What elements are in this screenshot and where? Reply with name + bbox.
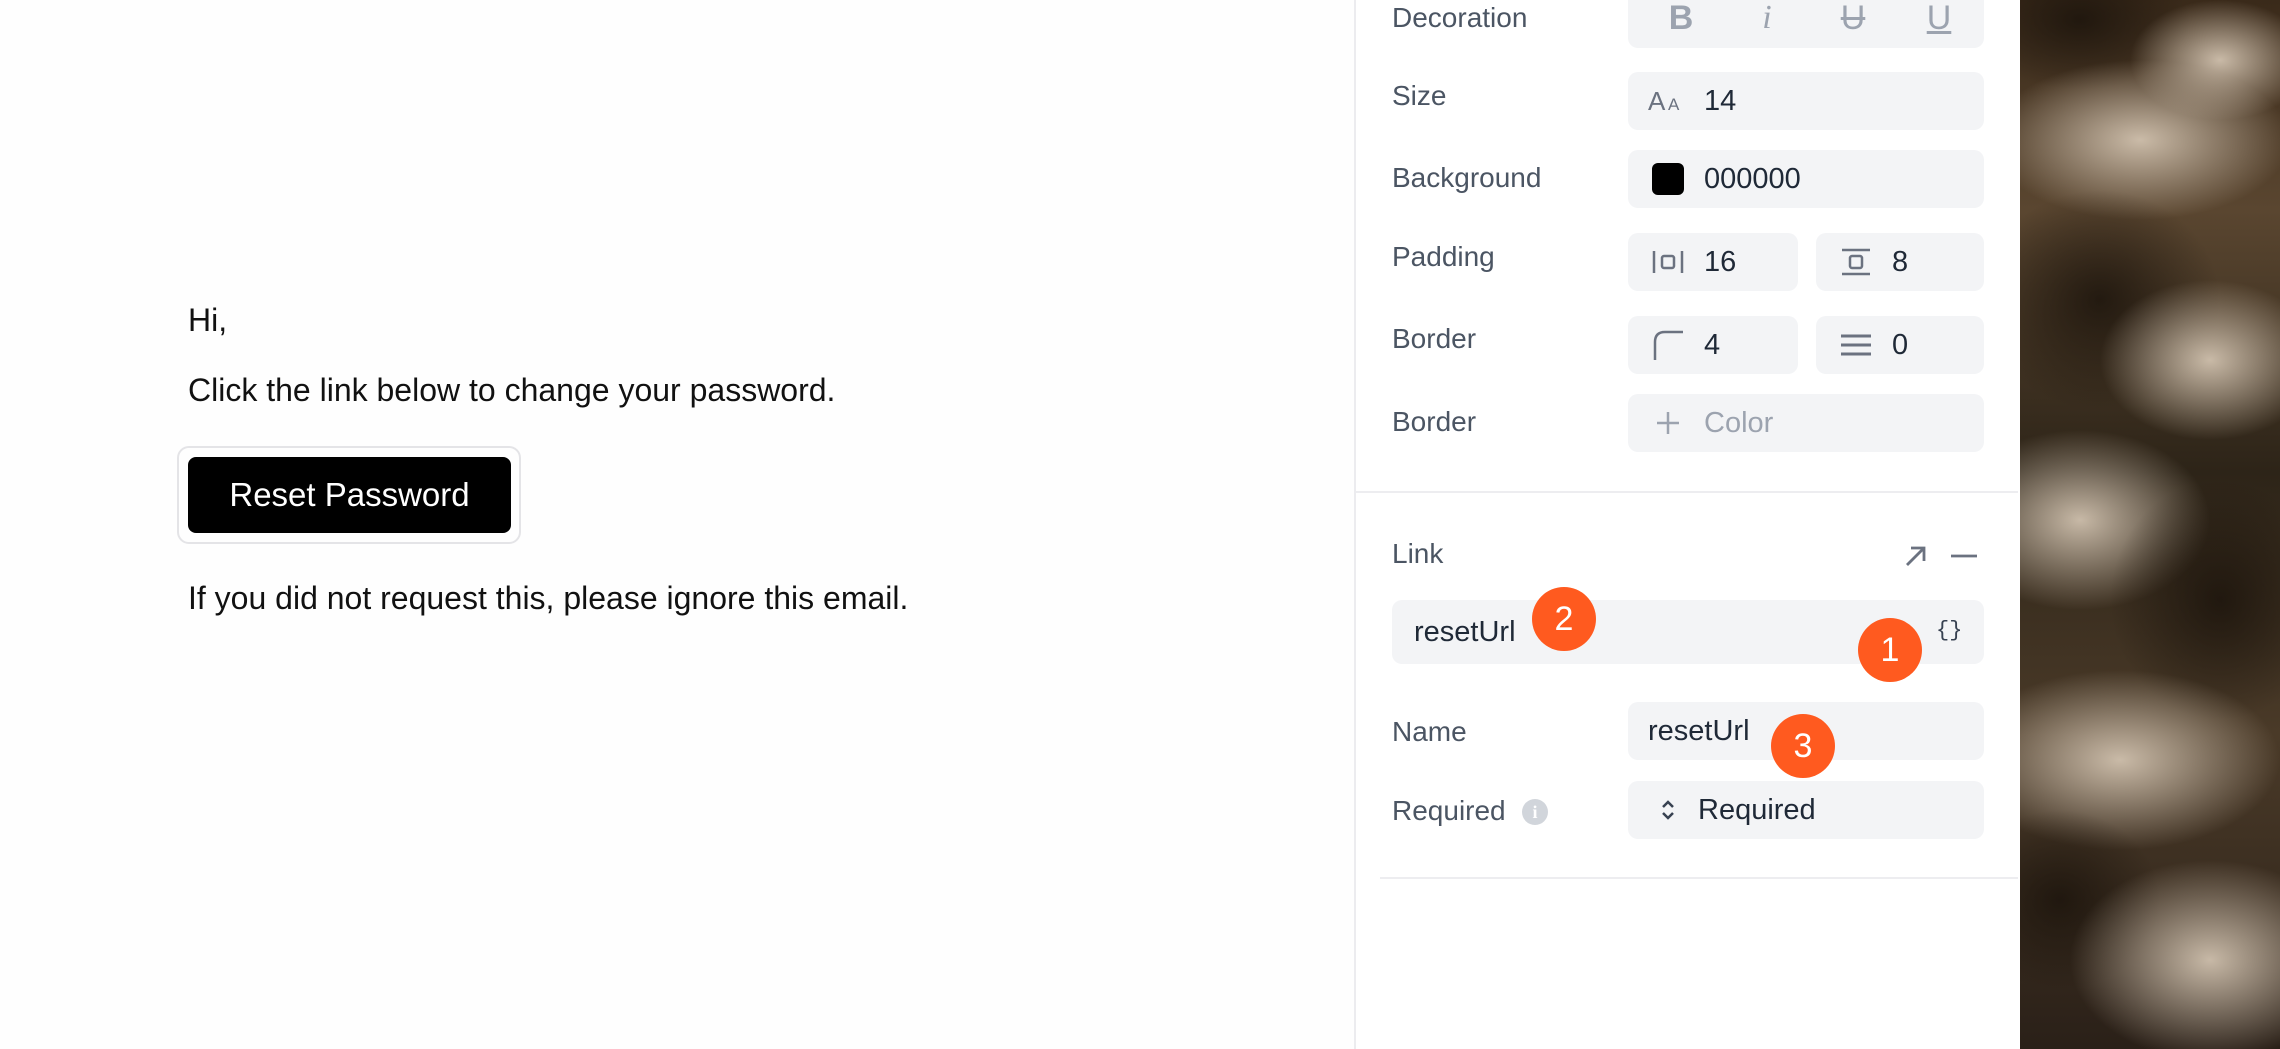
size-value[interactable]: 14: [1704, 85, 1736, 118]
font-size-icon: AA: [1648, 81, 1688, 121]
open-link-icon[interactable]: [1900, 540, 1932, 572]
info-icon[interactable]: i: [1522, 799, 1548, 825]
padding-horizontal-icon: [1648, 242, 1688, 282]
background-field[interactable]: 000000: [1628, 150, 1984, 208]
border-label: Border: [1392, 323, 1477, 354]
link-section-title: Link: [1392, 538, 1444, 569]
border-width-value[interactable]: 0: [1892, 329, 1908, 362]
border-radius-field[interactable]: 4: [1628, 316, 1798, 374]
reset-password-button[interactable]: Reset Password: [188, 457, 511, 533]
remove-link-icon[interactable]: [1948, 540, 1980, 572]
required-value[interactable]: Required: [1698, 794, 1816, 827]
border-color-label: Border: [1392, 406, 1477, 437]
svg-text:A: A: [1668, 95, 1680, 114]
background-label: Background: [1392, 162, 1542, 193]
chevron-updown-icon: [1648, 790, 1688, 830]
bold-button[interactable]: B: [1638, 0, 1724, 48]
email-greeting[interactable]: Hi,: [188, 302, 227, 339]
link-url-value[interactable]: resetUrl: [1414, 616, 1516, 649]
padding-vertical-icon: [1836, 242, 1876, 282]
decoration-toolbar: B i U U: [1628, 0, 1984, 48]
underline-button[interactable]: U: [1896, 0, 1982, 48]
border-width-icon: [1836, 325, 1876, 365]
border-color-placeholder[interactable]: Color: [1704, 407, 1773, 440]
email-line-2[interactable]: If you did not request this, please igno…: [188, 580, 908, 617]
italic-button[interactable]: i: [1724, 0, 1810, 48]
size-field[interactable]: AA 14: [1628, 72, 1984, 130]
background-value[interactable]: 000000: [1704, 163, 1801, 196]
name-value[interactable]: resetUrl: [1648, 715, 1750, 748]
svg-text:A: A: [1648, 86, 1666, 116]
padding-vertical-field[interactable]: 8: [1816, 233, 1984, 291]
section-divider-bottom: [1380, 877, 2018, 879]
color-swatch-icon[interactable]: [1648, 159, 1688, 199]
padding-horizontal-value[interactable]: 16: [1704, 246, 1736, 279]
annotation-badge-3: 3: [1771, 714, 1835, 778]
section-divider: [1356, 491, 2018, 493]
size-label: Size: [1392, 80, 1447, 111]
border-radius-icon: [1648, 325, 1688, 365]
padding-label: Padding: [1392, 241, 1495, 272]
annotation-badge-1: 1: [1858, 618, 1922, 682]
border-radius-value[interactable]: 4: [1704, 329, 1720, 362]
padding-horizontal-field[interactable]: 16: [1628, 233, 1798, 291]
annotation-badge-2: 2: [1532, 587, 1596, 651]
background-photo: [2020, 0, 2280, 1049]
email-line-1[interactable]: Click the link below to change your pass…: [188, 372, 835, 409]
decoration-label: Decoration: [1392, 2, 1528, 33]
strikethrough-button[interactable]: U: [1810, 0, 1896, 48]
border-width-field[interactable]: 0: [1816, 316, 1984, 374]
border-color-field[interactable]: Color: [1628, 394, 1984, 452]
required-select[interactable]: Required: [1628, 781, 1984, 839]
padding-vertical-value[interactable]: 8: [1892, 246, 1908, 279]
required-label: Required: [1392, 795, 1506, 826]
plus-icon: [1648, 403, 1688, 443]
name-label: Name: [1392, 716, 1467, 747]
variable-toggle-icon[interactable]: {}: [1936, 618, 1962, 643]
